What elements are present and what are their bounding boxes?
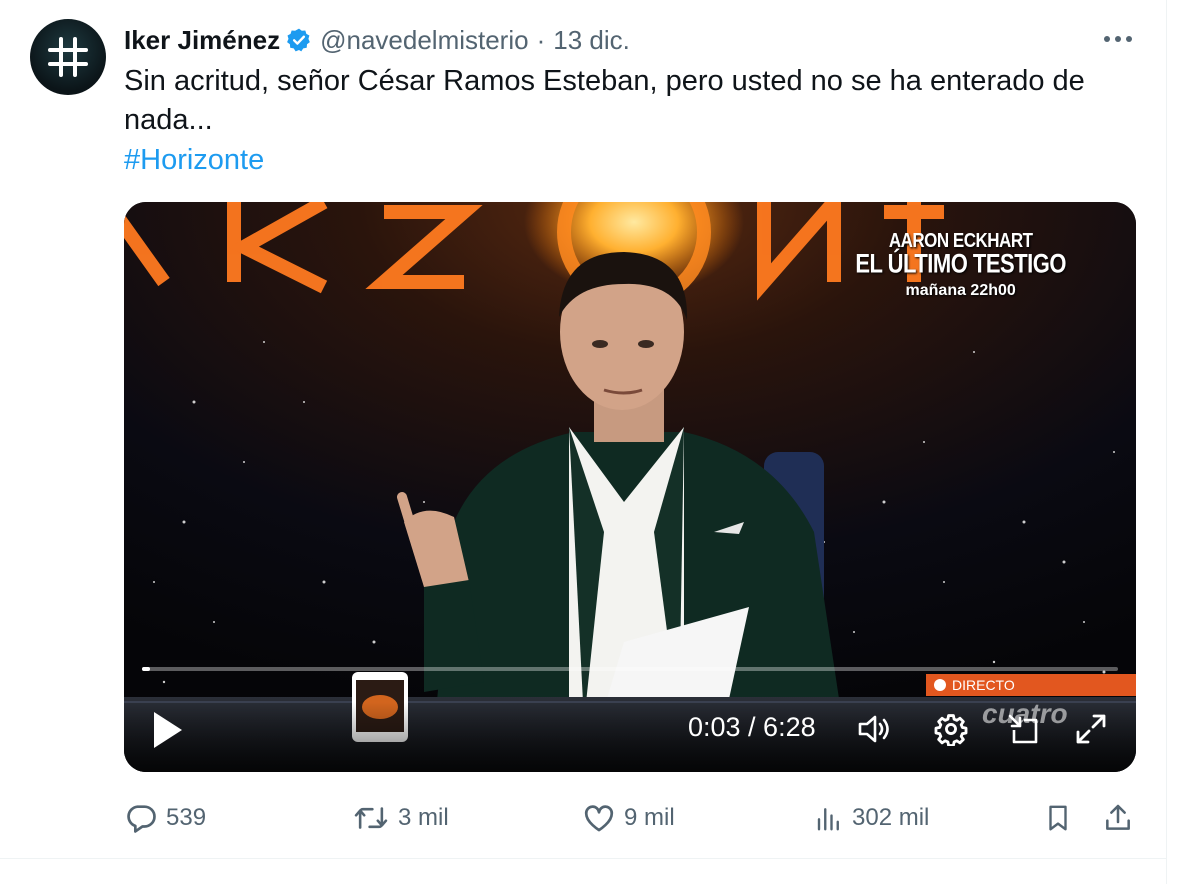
- video-progress-bar[interactable]: [142, 667, 1118, 671]
- minimize-icon: [1008, 714, 1038, 744]
- like-count: 9 mil: [624, 804, 675, 831]
- like-button[interactable]: 9 mil: [582, 796, 675, 840]
- heart-icon: [584, 805, 614, 832]
- repost-count: 3 mil: [398, 804, 449, 831]
- reply-button[interactable]: 539: [124, 796, 206, 840]
- play-icon: [154, 712, 182, 748]
- verified-badge-icon: [286, 27, 312, 53]
- play-button[interactable]: [152, 710, 184, 750]
- live-dot-icon: [934, 679, 946, 691]
- hashtag-logo-icon: [48, 37, 88, 77]
- share-icon: [1106, 804, 1130, 830]
- gear-icon: [934, 714, 968, 746]
- author-handle[interactable]: @navedelmisterio: [320, 25, 528, 56]
- avatar[interactable]: [30, 19, 106, 95]
- bookmark-button[interactable]: [1038, 796, 1078, 840]
- bookmark-icon: [1049, 805, 1067, 831]
- author-name[interactable]: Iker Jiménez: [124, 25, 280, 56]
- tweet-text: Sin acritud, señor César Ramos Esteban, …: [124, 65, 1085, 136]
- bar-chart-icon: [817, 808, 839, 831]
- promo-line-2: EL ÚLTIMO TESTIGO: [855, 248, 1066, 279]
- tweet-action-bar: 539 3 mil 9 mil 302 mil: [124, 796, 1144, 840]
- view-count: 302 mil: [852, 804, 930, 831]
- header-separator: ·: [536, 24, 546, 55]
- video-timecode: 0:03 / 6:28: [688, 712, 816, 742]
- tweet-timestamp[interactable]: 13 dic.: [553, 25, 630, 56]
- more-options-icon[interactable]: [1098, 26, 1138, 52]
- tweet-divider: [0, 858, 1167, 859]
- expand-icon: [1076, 714, 1106, 744]
- repost-button[interactable]: 3 mil: [352, 796, 449, 840]
- hashtag-link[interactable]: #Horizonte: [124, 142, 264, 178]
- column-divider: [1166, 0, 1167, 884]
- reply-count: 539: [166, 804, 207, 831]
- volume-button[interactable]: [856, 710, 894, 748]
- video-progress-fill: [142, 667, 150, 671]
- fullscreen-button[interactable]: [1072, 710, 1110, 748]
- live-label: DIRECTO: [952, 677, 1015, 693]
- share-button[interactable]: [1098, 796, 1138, 840]
- tv-promo-overlay: AARON ECKHART EL ÚLTIMO TESTIGO mañana 2…: [855, 230, 1066, 299]
- speaker-icon: [858, 715, 889, 743]
- views-button[interactable]: 302 mil: [814, 796, 929, 840]
- settings-button[interactable]: [932, 710, 970, 748]
- live-badge: DIRECTO: [926, 674, 1136, 696]
- reply-icon: [127, 805, 156, 833]
- promo-line-3: mañana 22h00: [905, 282, 1016, 299]
- tweet-header: Iker Jiménez @navedelmisterio · 13 dic.: [124, 20, 630, 60]
- repost-icon: [354, 807, 388, 829]
- picture-in-picture-button[interactable]: [1004, 710, 1042, 748]
- video-player[interactable]: AARON ECKHART EL ÚLTIMO TESTIGO mañana 2…: [124, 202, 1136, 772]
